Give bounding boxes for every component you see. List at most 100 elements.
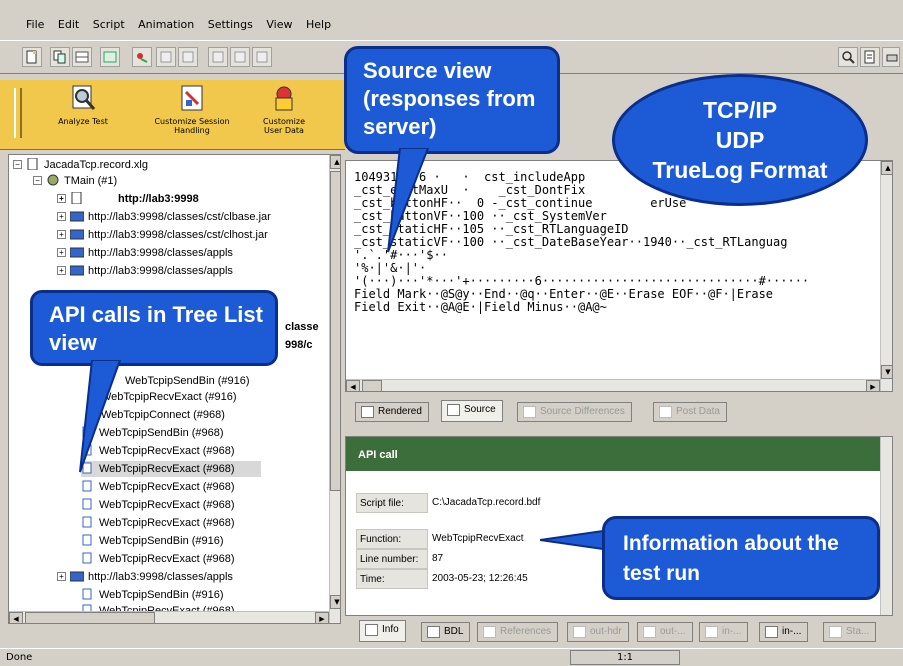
api-vertical-scrollbar[interactable] — [880, 437, 892, 615]
tree-call[interactable]: WebTcpipRecvExact (#968) — [81, 479, 235, 495]
status-text: Done — [6, 652, 33, 663]
window-icon[interactable] — [100, 47, 120, 67]
zoom-out-icon[interactable] — [178, 47, 198, 67]
tree-call[interactable]: WebTcpipSendBin (#916) — [125, 373, 250, 389]
scroll-thumb[interactable] — [330, 171, 340, 491]
tab-label: out-hdr — [590, 626, 622, 637]
tree-call[interactable]: WebTcpipSendBin (#916) — [81, 587, 224, 603]
scroll-down-icon[interactable]: ▼ — [881, 365, 892, 379]
source-vertical-scrollbar[interactable]: ▲ ▼ — [880, 161, 892, 391]
web-request-icon — [70, 229, 84, 240]
tree-call-label: WebTcpipRecvExact (#968) — [99, 553, 235, 565]
tab-references[interactable]: References — [477, 622, 559, 642]
expand-icon[interactable]: + — [57, 572, 66, 581]
scroll-thumb[interactable] — [362, 380, 382, 391]
grid-icon[interactable] — [72, 47, 92, 67]
expand-icon[interactable]: + — [57, 230, 66, 239]
tab-info[interactable]: Info — [359, 620, 406, 642]
in-icon — [765, 626, 778, 638]
tab-out-hdr[interactable]: out-hdr — [567, 622, 629, 642]
scroll-left-icon[interactable]: ◀ — [346, 380, 360, 391]
menu-edit[interactable]: Edit — [58, 18, 79, 31]
scroll-right-icon[interactable]: ▶ — [866, 380, 880, 391]
tab-source[interactable]: Source — [441, 400, 503, 422]
source-horizontal-scrollbar[interactable]: ◀ ▶ — [346, 379, 880, 391]
scroll-right-icon[interactable]: ▶ — [315, 612, 329, 623]
scroll-left-icon[interactable]: ◀ — [9, 612, 23, 623]
tree-item-label: http://lab3:9998 — [118, 193, 199, 205]
tree-call-label: WebTcpipSendBin (#916) — [125, 375, 250, 387]
tree-item[interactable]: + http://lab3:9998 — [57, 191, 199, 207]
expand-icon[interactable]: + — [57, 194, 66, 203]
time-value: 2003-05-23; 12:26:45 — [432, 573, 528, 584]
tab-in-1[interactable]: in-... — [699, 622, 749, 642]
tab-stats[interactable]: Sta... — [823, 622, 877, 642]
tree-horizontal-scrollbar[interactable]: ◀ ▶ — [9, 611, 329, 623]
tree-call[interactable]: WebTcpipRecvExact (#968) — [81, 551, 235, 567]
tree-tmain[interactable]: − TMain (#1) — [33, 173, 117, 189]
tree-root[interactable]: − JacadaTcp.record.xlg — [13, 157, 148, 173]
tree-item[interactable]: + http://lab3:9998/classes/appls — [57, 263, 233, 279]
tree-item[interactable]: + http://lab3:9998/classes/cst/clbase.jar — [57, 209, 271, 225]
copy-icon[interactable] — [50, 47, 70, 67]
time-label: Time: — [356, 569, 428, 589]
api-call-icon — [82, 498, 92, 510]
source-icon — [447, 404, 460, 416]
analyze-test-button[interactable]: Analyze Test — [48, 84, 118, 126]
new-file-icon[interactable] — [22, 47, 42, 67]
tool-a-icon[interactable] — [208, 47, 228, 67]
callout-text: Information about the test run — [623, 532, 839, 585]
tab-label: Post Data — [676, 406, 720, 417]
rendered-icon — [361, 406, 374, 418]
tree-call-label: WebTcpipSendBin (#916) — [99, 535, 224, 547]
customize-user-data-button[interactable]: Customize User Data — [256, 84, 312, 135]
post-data-icon — [659, 406, 672, 418]
bar-grip[interactable] — [14, 88, 22, 138]
collapse-icon[interactable]: − — [33, 176, 42, 185]
tool-b-icon[interactable] — [230, 47, 250, 67]
scroll-thumb[interactable] — [25, 612, 155, 623]
menu-view[interactable]: View — [266, 18, 292, 31]
menu-help[interactable]: Help — [306, 18, 331, 31]
tab-source-differences[interactable]: Source Differences — [517, 402, 632, 422]
tree-item[interactable]: + http://lab3:9998/classes/appls — [57, 245, 233, 261]
tab-label: out-... — [660, 626, 686, 637]
expand-icon[interactable]: + — [57, 248, 66, 257]
menu-script[interactable]: Script — [93, 18, 125, 31]
scroll-down-icon[interactable]: ▼ — [330, 595, 340, 609]
view-tabs: Rendered Source Source Differences Post … — [355, 398, 895, 424]
tab-in-2[interactable]: in-... — [759, 622, 809, 642]
tree-item[interactable]: + http://lab3:9998/classes/cst/clhost.jar — [57, 227, 268, 243]
tab-post-data[interactable]: Post Data — [653, 402, 727, 422]
print-icon[interactable] — [882, 47, 900, 67]
tab-bdl[interactable]: BDL — [421, 622, 471, 642]
tree-call[interactable]: WebTcpipRecvExact (#968) — [81, 497, 235, 513]
scroll-up-icon[interactable]: ▲ — [881, 161, 892, 175]
status-bar: Done 1:1 — [0, 648, 903, 666]
menu-file[interactable]: File — [26, 18, 44, 31]
menu-animation[interactable]: Animation — [138, 18, 194, 31]
document-icon[interactable] — [860, 47, 880, 67]
tab-rendered[interactable]: Rendered — [355, 402, 429, 422]
expand-icon[interactable]: + — [57, 266, 66, 275]
tree-call[interactable]: WebTcpipRecvExact (#968) — [81, 515, 235, 531]
callout-text: TrueLog Format — [652, 157, 828, 183]
tree-vertical-scrollbar[interactable]: ▲ ▼ — [329, 155, 340, 623]
script-file-value: C:\JacadaTcp.record.bdf — [432, 497, 541, 508]
expand-icon[interactable]: + — [57, 212, 66, 221]
tab-out[interactable]: out-... — [637, 622, 693, 642]
tree-call[interactable]: WebTcpipSendBin (#916) — [81, 533, 224, 549]
analyze-icon — [72, 85, 96, 110]
callout-test-run-info: Information about the test run — [602, 516, 880, 600]
zoom-icon[interactable] — [156, 47, 176, 67]
collapse-icon[interactable]: − — [13, 160, 22, 169]
tree-item[interactable]: + http://lab3:9998/classes/appls — [57, 569, 233, 585]
menu-settings[interactable]: Settings — [208, 18, 253, 31]
tool-c-icon[interactable] — [252, 47, 272, 67]
scroll-up-icon[interactable]: ▲ — [330, 155, 340, 169]
customize-session-button[interactable]: Customize Session Handling — [152, 84, 232, 135]
tree-call-label: WebTcpipRecvExact (#968) — [99, 517, 235, 529]
search-icon[interactable] — [838, 47, 858, 67]
tab-label: BDL — [444, 626, 464, 637]
run-icon[interactable] — [132, 47, 152, 67]
